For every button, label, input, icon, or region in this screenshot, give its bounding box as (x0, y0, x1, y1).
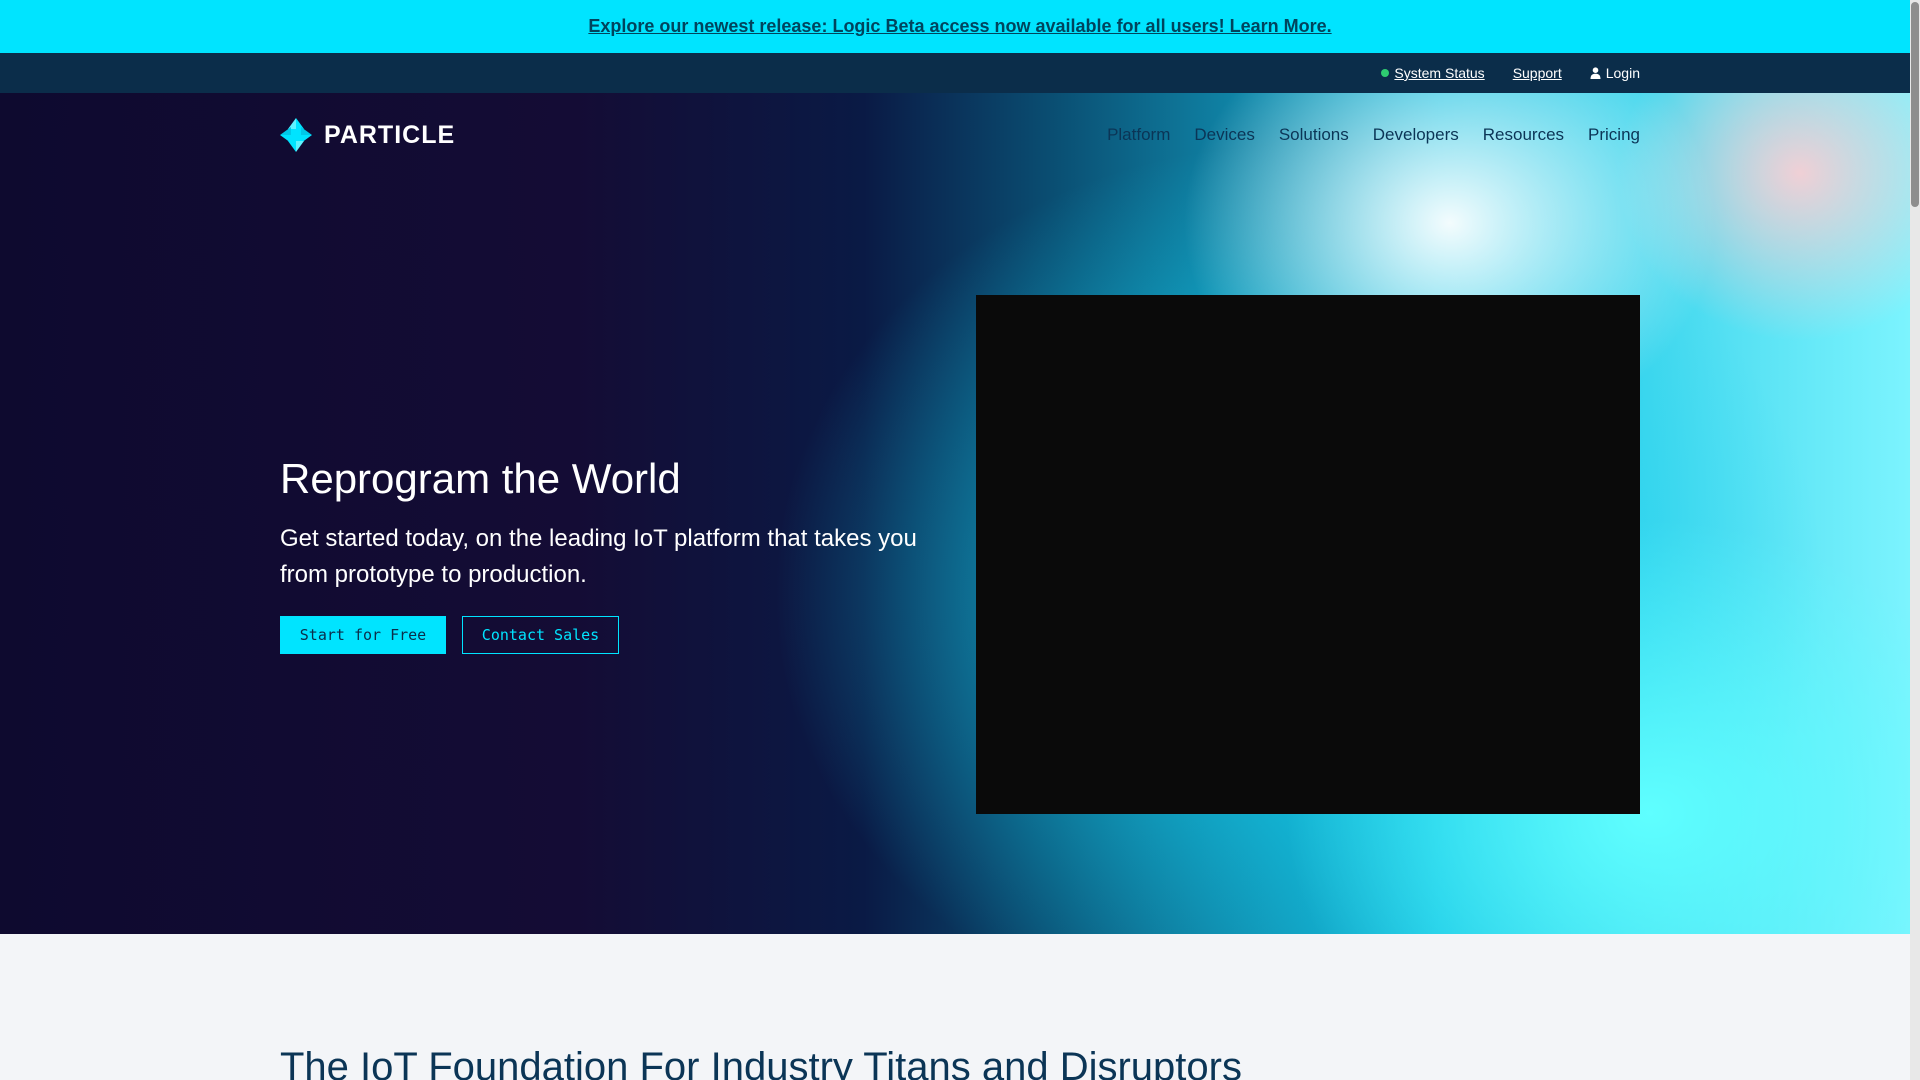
status-dot-icon (1381, 69, 1390, 77)
nav-item-solutions[interactable]: Solutions (1279, 125, 1349, 145)
nav-links: Platform Devices Solutions Developers Re… (1107, 125, 1640, 145)
nav-item-pricing[interactable]: Pricing (1588, 125, 1640, 145)
scrollbar-thumb[interactable] (1911, 2, 1919, 207)
page: Explore our newest release: Logic Beta a… (0, 0, 1920, 1080)
hero-title: Reprogram the World (280, 455, 681, 502)
nav-item-developers[interactable]: Developers (1373, 125, 1459, 145)
login-label: Login (1605, 65, 1640, 81)
system-status-link[interactable]: System Status (1381, 65, 1485, 81)
start-for-free-button[interactable]: Start for Free (280, 616, 446, 654)
announcement-link[interactable]: Explore our newest release: Logic Beta a… (588, 16, 1331, 37)
system-status-label: System Status (1394, 65, 1485, 81)
login-link[interactable]: Login (1590, 65, 1640, 81)
contact-sales-button[interactable]: Contact Sales (462, 616, 619, 654)
hero-video-player[interactable] (976, 295, 1640, 814)
hero-subtitle: Get started today, on the leading IoT pl… (280, 525, 917, 588)
main-navigation: PARTICLE Platform Devices Solutions Deve… (280, 93, 1640, 177)
particle-logo-icon (280, 118, 312, 152)
brand-logo[interactable]: PARTICLE (280, 118, 455, 152)
announcement-banner: Explore our newest release: Logic Beta a… (0, 0, 1920, 53)
support-link[interactable]: Support (1513, 65, 1562, 81)
nav-item-platform[interactable]: Platform (1107, 125, 1170, 145)
user-icon (1590, 67, 1601, 79)
brand-name: PARTICLE (324, 120, 456, 149)
nav-item-devices[interactable]: Devices (1194, 125, 1254, 145)
section-title: The IoT Foundation For Industry Titans a… (280, 1045, 1242, 1080)
page-scrollbar[interactable] (1910, 0, 1920, 1080)
utility-links: System Status Support Login (1381, 53, 1640, 93)
utility-bar: System Status Support Login (0, 53, 1920, 93)
nav-item-resources[interactable]: Resources (1483, 125, 1564, 145)
